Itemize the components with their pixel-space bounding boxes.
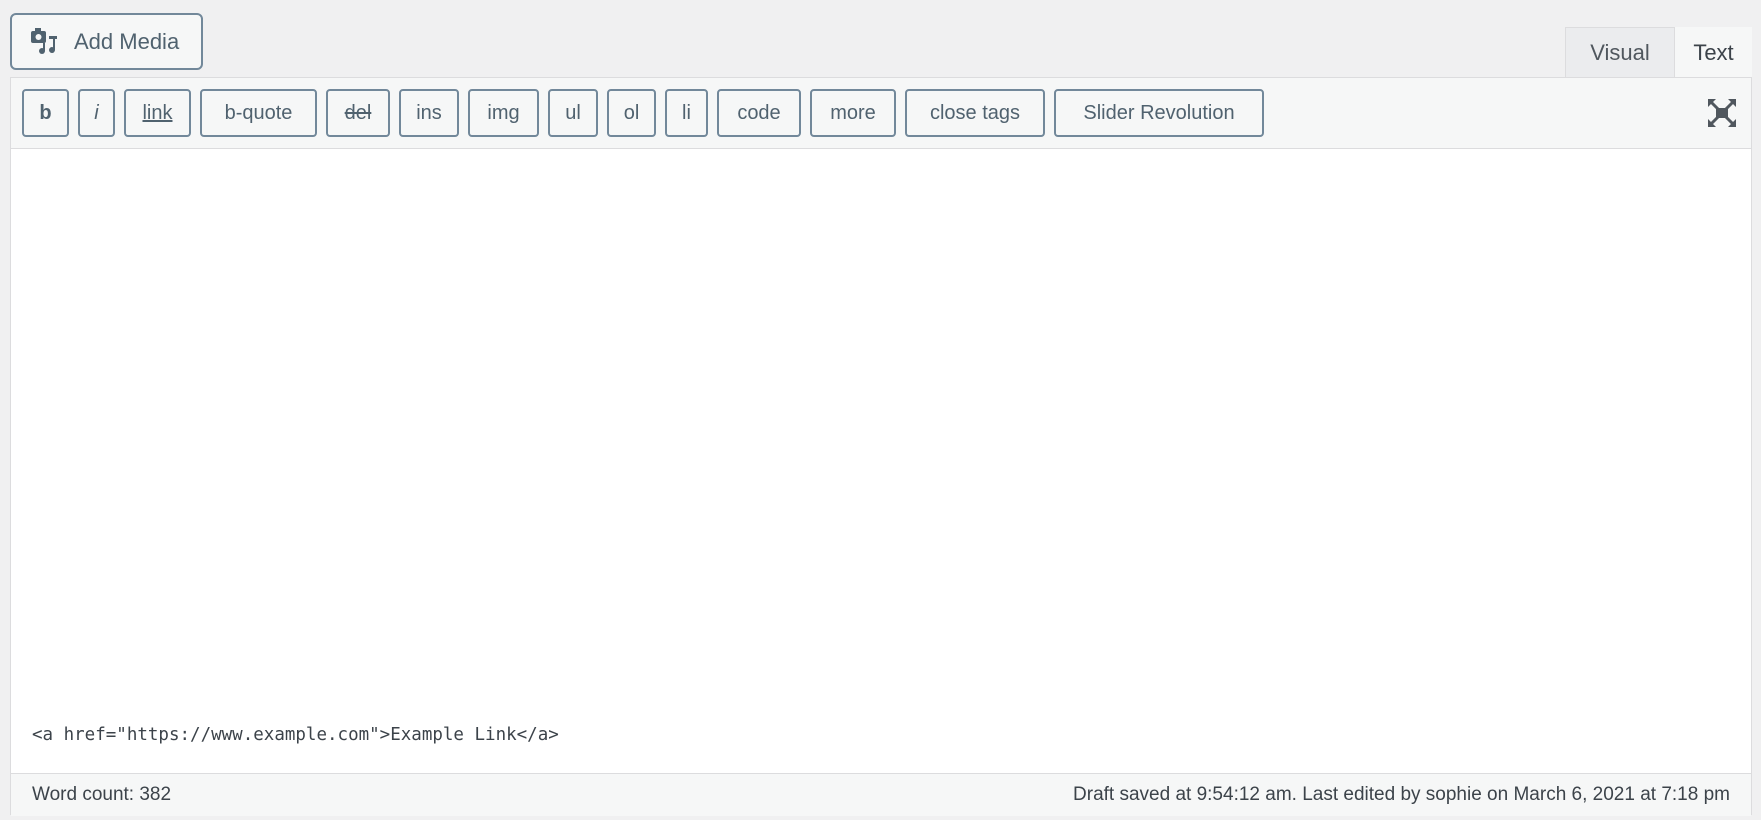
tab-text[interactable]: Text <box>1675 27 1752 78</box>
more-button[interactable]: more <box>810 89 896 137</box>
italic-button[interactable]: i <box>78 89 115 137</box>
li-button[interactable]: li <box>665 89 708 137</box>
slider-revolution-button[interactable]: Slider Revolution <box>1054 89 1264 137</box>
fullscreen-icon[interactable] <box>1707 98 1737 128</box>
word-count: Word count: 382 <box>32 784 172 805</box>
add-media-label: Add Media <box>74 28 180 54</box>
img-button[interactable]: img <box>468 89 539 137</box>
media-icon <box>31 27 57 54</box>
text-editor: b i link b-quote del ins img ul ol li co… <box>10 77 1752 816</box>
link-button[interactable]: link <box>124 89 191 137</box>
editor-tabs: Visual Text <box>1565 27 1752 78</box>
autosave-status: Draft saved at 9:54:12 am. Last edited b… <box>1073 784 1730 805</box>
del-button[interactable]: del <box>326 89 390 137</box>
ins-button[interactable]: ins <box>399 89 459 137</box>
editor-text[interactable]: <a href="https://www.example.com">Exampl… <box>32 725 559 745</box>
ul-button[interactable]: ul <box>548 89 598 137</box>
blockquote-button[interactable]: b-quote <box>200 89 317 137</box>
editor-content[interactable]: <a href="https://www.example.com">Exampl… <box>11 149 1751 773</box>
ol-button[interactable]: ol <box>607 89 656 137</box>
code-button[interactable]: code <box>717 89 801 137</box>
tab-visual[interactable]: Visual <box>1565 27 1675 77</box>
close-tags-button[interactable]: close tags <box>905 89 1045 137</box>
add-media-button[interactable]: Add Media <box>10 13 203 70</box>
bold-button[interactable]: b <box>22 89 69 137</box>
quicktags-toolbar: b i link b-quote del ins img ul ol li co… <box>11 78 1751 149</box>
status-bar: Word count: 382 Draft saved at 9:54:12 a… <box>11 773 1751 816</box>
